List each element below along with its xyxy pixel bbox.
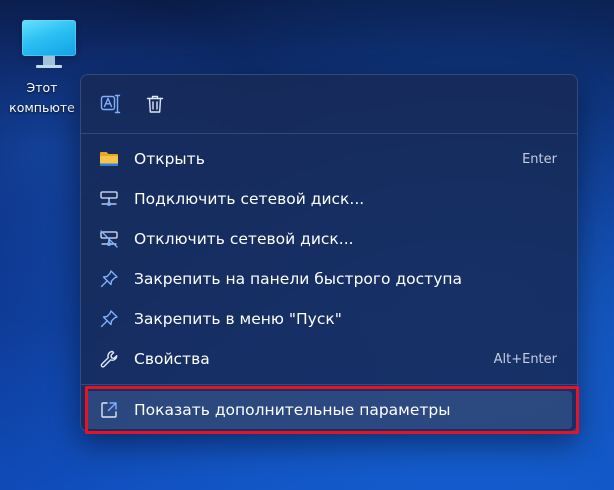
delete-icon	[146, 95, 164, 113]
wrench-icon	[97, 347, 121, 371]
disconnect-network-drive-icon	[97, 227, 121, 251]
rename-icon	[100, 94, 121, 114]
menu-item-label: Закрепить на панели быстрого доступа	[134, 270, 463, 288]
menu-item-label: Открыть	[134, 150, 205, 168]
desktop-icon-label-line1: Этот	[26, 80, 58, 95]
menu-item-label: Отключить сетевой диск...	[134, 230, 354, 248]
context-menu: Открыть Enter Подключить сетевой диск...	[80, 74, 578, 432]
pin-icon	[97, 307, 121, 331]
menu-item-label: Закрепить в меню "Пуск"	[134, 310, 342, 328]
show-more-options-icon	[97, 398, 121, 422]
menu-separator	[81, 384, 577, 385]
context-menu-items: Открыть Enter Подключить сетевой диск...	[81, 134, 577, 429]
menu-item-pin-quick-access[interactable]: Закрепить на панели быстрого доступа	[81, 259, 577, 299]
monitor-icon	[5, 14, 79, 76]
pin-icon	[97, 267, 121, 291]
rename-button[interactable]	[95, 88, 127, 120]
menu-item-label: Показать дополнительные параметры	[134, 401, 451, 419]
menu-item-map-network-drive[interactable]: Подключить сетевой диск...	[81, 179, 577, 219]
desktop-icon-label: Этот компьюте	[4, 78, 80, 118]
folder-icon	[97, 147, 121, 171]
menu-item-properties[interactable]: Свойства Alt+Enter	[81, 339, 577, 379]
desktop-icon-this-pc[interactable]: Этот компьюте	[4, 14, 80, 118]
map-network-drive-icon	[97, 187, 121, 211]
context-menu-quick-actions	[81, 75, 577, 134]
menu-item-shortcut: Enter	[522, 151, 557, 167]
menu-item-label: Свойства	[134, 350, 210, 368]
menu-item-shortcut: Alt+Enter	[493, 351, 557, 367]
menu-item-disconnect-network-drive[interactable]: Отключить сетевой диск...	[81, 219, 577, 259]
menu-item-pin-start[interactable]: Закрепить в меню "Пуск"	[81, 299, 577, 339]
menu-item-label: Подключить сетевой диск...	[134, 190, 365, 208]
menu-item-show-more-options[interactable]: Показать дополнительные параметры	[86, 391, 572, 429]
desktop-icon-label-line2: компьюте	[9, 100, 75, 115]
delete-button[interactable]	[139, 88, 171, 120]
menu-item-open[interactable]: Открыть Enter	[81, 139, 577, 179]
